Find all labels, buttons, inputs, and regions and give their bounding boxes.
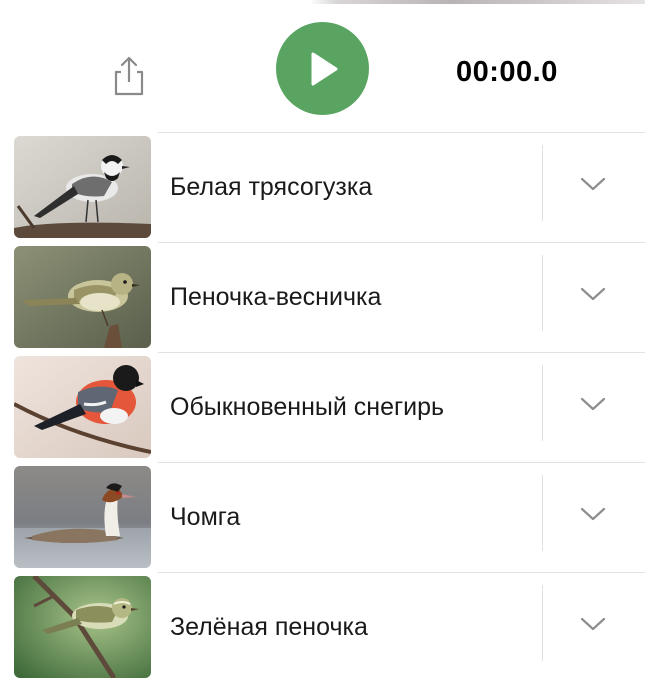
row-divider <box>542 145 543 221</box>
share-icon <box>114 56 144 96</box>
row-divider <box>542 255 543 331</box>
greenish-warbler-photo <box>14 576 151 678</box>
play-icon <box>311 52 337 85</box>
list-item[interactable]: Зелёная пеночка <box>0 572 645 682</box>
chevron-down-icon[interactable] <box>578 614 608 634</box>
bird-thumbnail <box>14 466 151 568</box>
willow-warbler-photo <box>14 246 151 348</box>
share-button[interactable] <box>108 52 150 98</box>
bird-name: Пеночка-весничка <box>170 283 382 311</box>
bird-name: Обыкновенный снегирь <box>170 393 444 421</box>
great-crested-grebe-photo <box>14 466 151 568</box>
bird-name: Зелёная пеночка <box>170 613 368 641</box>
bird-thumbnail <box>14 246 151 348</box>
bird-name: Белая трясогузка <box>170 173 373 201</box>
list-item[interactable]: Белая трясогузка <box>0 132 645 242</box>
player-header: 00:00.0 <box>0 4 645 132</box>
bird-thumbnail <box>14 136 151 238</box>
chevron-down-icon[interactable] <box>578 394 608 414</box>
row-divider <box>542 365 543 441</box>
row-divider <box>542 585 543 661</box>
bird-thumbnail <box>14 356 151 458</box>
bullfinch-photo <box>14 356 151 458</box>
chevron-down-icon[interactable] <box>578 504 608 524</box>
white-wagtail-photo <box>14 136 151 238</box>
row-divider <box>542 475 543 551</box>
list-item[interactable]: Пеночка-весничка <box>0 242 645 352</box>
list-item[interactable]: Обыкновенный снегирь <box>0 352 645 462</box>
bird-thumbnail <box>14 576 151 678</box>
chevron-down-icon[interactable] <box>578 284 608 304</box>
chevron-down-icon[interactable] <box>578 174 608 194</box>
list-item[interactable]: Чомга <box>0 462 645 572</box>
elapsed-timer: 00:00.0 <box>456 56 558 88</box>
bird-name: Чомга <box>170 503 241 531</box>
bird-list: Белая трясогузка Пеночка-весничка Обыкно… <box>0 132 645 682</box>
play-button[interactable] <box>276 22 369 115</box>
